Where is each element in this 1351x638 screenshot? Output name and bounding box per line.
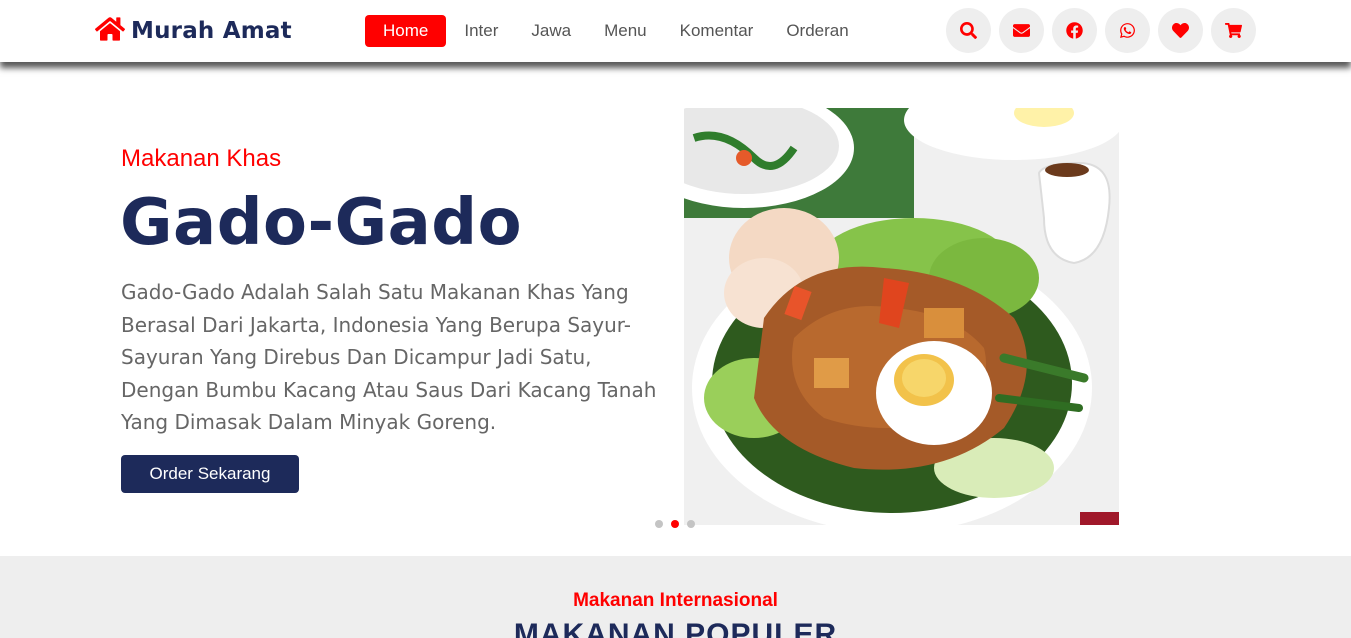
order-now-button[interactable]: Order Sekarang (121, 455, 299, 493)
cart-icon (1225, 22, 1242, 39)
hero-title: Gado-Gado (120, 186, 523, 260)
nav-komentar[interactable]: Komentar (680, 15, 754, 47)
popular-subtitle: Makanan Internasional (573, 590, 778, 611)
site-header: Murah Amat Home Inter Jawa Menu Komentar… (0, 0, 1351, 62)
whatsapp-button[interactable] (1105, 8, 1150, 53)
nav-jawa[interactable]: Jawa (531, 15, 571, 47)
brand-name: Murah Amat (131, 18, 292, 44)
popular-title: MAKANAN POPULER (513, 618, 838, 638)
home-icon (94, 15, 126, 47)
slider-dot-2[interactable] (671, 520, 679, 528)
brand-logo[interactable]: Murah Amat (94, 15, 292, 47)
header-icons (946, 8, 1264, 53)
slider-dot-3[interactable] (687, 520, 695, 528)
slider-dot-1[interactable] (655, 520, 663, 528)
email-button[interactable] (999, 8, 1044, 53)
envelope-icon (1013, 24, 1030, 37)
nav-inter[interactable]: Inter (464, 15, 498, 47)
gado-gado-image (684, 108, 1119, 525)
nav-menu[interactable]: Menu (604, 15, 647, 47)
facebook-icon (1066, 22, 1083, 39)
facebook-button[interactable] (1052, 8, 1097, 53)
popular-section: Makanan Internasional MAKANAN POPULER (0, 556, 1351, 638)
hero-description: Gado-Gado Adalah Salah Satu Makanan Khas… (121, 280, 657, 435)
heart-icon (1172, 23, 1189, 38)
slider-dots (655, 520, 703, 528)
nav-orderan[interactable]: Orderan (786, 15, 848, 47)
hero-section: Makanan Khas Gado-Gado Gado-Gado Adalah … (0, 62, 1351, 556)
nav-home[interactable]: Home (365, 15, 447, 47)
main-nav: Home Inter Jawa Menu Komentar Orderan (365, 15, 882, 47)
favorites-button[interactable] (1158, 8, 1203, 53)
cart-button[interactable] (1211, 8, 1256, 53)
search-button[interactable] (946, 8, 991, 53)
hero-subtitle: Makanan Khas (121, 145, 282, 172)
whatsapp-icon (1120, 23, 1135, 38)
search-icon (960, 22, 977, 39)
